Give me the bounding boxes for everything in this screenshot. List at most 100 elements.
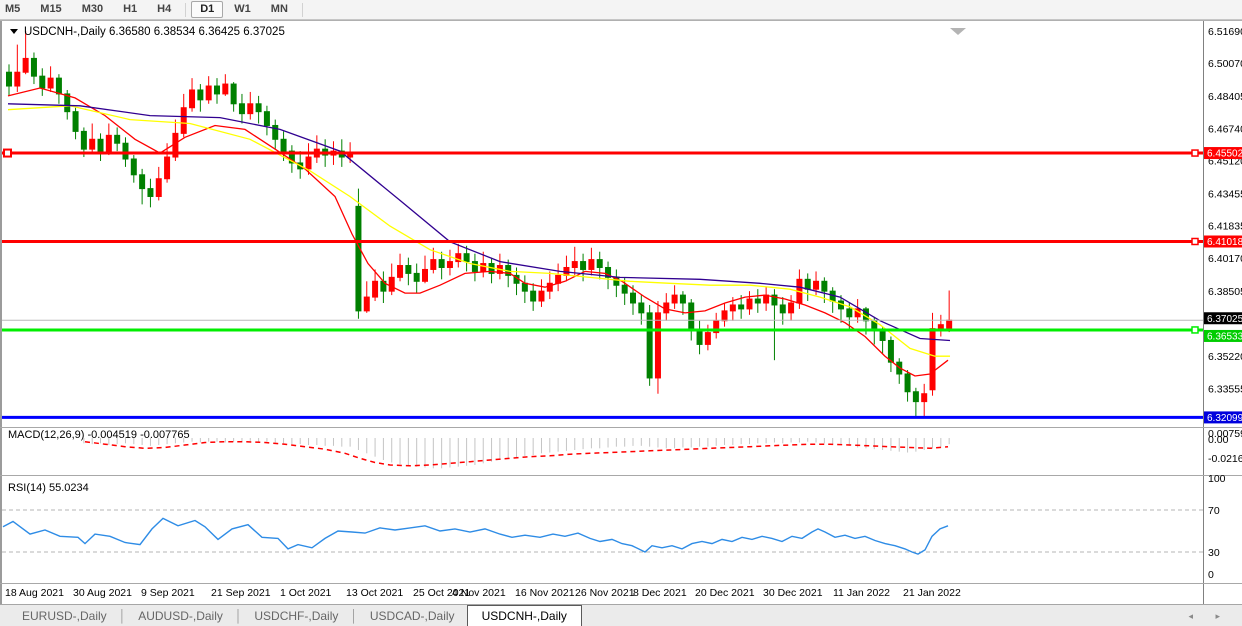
candlestick bbox=[439, 260, 444, 268]
date-axis-label: 16 Nov 2021 bbox=[515, 587, 575, 599]
candlestick bbox=[23, 58, 28, 72]
candlestick bbox=[206, 86, 211, 100]
candlestick bbox=[647, 313, 652, 378]
candlestick bbox=[231, 84, 236, 104]
rsi-indicator-label: RSI(14) 55.0234 bbox=[8, 482, 89, 494]
candlestick bbox=[90, 139, 95, 149]
candlestick bbox=[522, 283, 527, 291]
candlestick bbox=[556, 275, 561, 283]
candlestick bbox=[106, 135, 111, 151]
candlestick bbox=[805, 279, 810, 289]
candlestick bbox=[140, 175, 145, 189]
date-axis-label: 30 Dec 2021 bbox=[763, 587, 823, 599]
symbol-tab-usdcnh[interactable]: USDCNH-,Daily bbox=[467, 605, 582, 626]
price-badge-label: 6.36533 bbox=[1207, 331, 1242, 342]
candlestick bbox=[281, 139, 286, 151]
candlestick bbox=[730, 305, 735, 311]
tab-scroll-arrows[interactable]: ◂ ▸ bbox=[1188, 611, 1230, 626]
candlestick bbox=[481, 264, 486, 272]
date-axis-label: 21 Sep 2021 bbox=[211, 587, 271, 599]
symbol-tab-usdchf[interactable]: USDCHF-,Daily bbox=[242, 606, 350, 626]
candlestick bbox=[131, 159, 136, 175]
hline-axis-marker[interactable] bbox=[1192, 238, 1198, 244]
candlestick bbox=[672, 295, 677, 303]
candlestick bbox=[547, 283, 552, 291]
candlestick bbox=[539, 291, 544, 301]
window-left-edge bbox=[0, 20, 2, 604]
candlestick bbox=[248, 104, 253, 114]
price-badge-label: 6.32099 bbox=[1207, 413, 1242, 424]
candlestick bbox=[40, 76, 45, 88]
candlestick bbox=[414, 273, 419, 281]
hline-axis-marker[interactable] bbox=[1192, 150, 1198, 156]
candlestick bbox=[639, 303, 644, 313]
candlestick bbox=[814, 281, 819, 289]
candlestick bbox=[215, 86, 220, 94]
candlestick bbox=[190, 90, 195, 108]
date-axis-label: 8 Dec 2021 bbox=[633, 587, 687, 599]
candlestick bbox=[572, 262, 577, 268]
candlestick bbox=[165, 157, 170, 179]
rsi-axis-70: 70 bbox=[1208, 505, 1220, 517]
hline-axis-marker[interactable] bbox=[1192, 327, 1198, 333]
symbol-tab-audusd[interactable]: AUDUSD-,Daily bbox=[126, 606, 235, 626]
candlestick bbox=[722, 311, 727, 321]
candlestick bbox=[697, 331, 702, 345]
candlestick bbox=[123, 143, 128, 159]
tab-separator: │ bbox=[235, 606, 243, 626]
date-axis-label: 1 Oct 2021 bbox=[280, 587, 332, 599]
candlestick bbox=[847, 309, 852, 317]
trading-platform-window: M5M15M30H1H4D1W1MN 6.516906.500706.48405… bbox=[0, 0, 1242, 626]
candlestick bbox=[905, 374, 910, 392]
candlestick bbox=[680, 295, 685, 303]
candlestick bbox=[198, 90, 203, 100]
symbol-tab-bar: EURUSD-,Daily│AUDUSD-,Daily│USDCHF-,Dail… bbox=[0, 604, 1242, 626]
candlestick bbox=[389, 277, 394, 291]
candlestick bbox=[880, 331, 885, 341]
date-axis-label: 11 Jan 2022 bbox=[833, 587, 890, 599]
candlestick bbox=[447, 262, 452, 268]
candlestick bbox=[239, 104, 244, 114]
candlestick bbox=[306, 157, 311, 169]
candlestick bbox=[922, 394, 927, 402]
candlestick bbox=[930, 329, 935, 390]
price-axis-label: 6.35220 bbox=[1208, 351, 1242, 363]
candlestick bbox=[256, 104, 261, 112]
price-axis-label: 6.51690 bbox=[1208, 26, 1242, 38]
date-axis-label: 20 Dec 2021 bbox=[695, 587, 755, 599]
candlestick bbox=[755, 299, 760, 303]
price-axis-label: 6.40170 bbox=[1208, 253, 1242, 265]
candlestick bbox=[7, 72, 12, 86]
candlestick bbox=[780, 305, 785, 313]
candlestick bbox=[373, 281, 378, 297]
price-axis-label: 6.48405 bbox=[1208, 91, 1242, 103]
candlestick bbox=[156, 179, 161, 197]
symbol-tab-usdcad[interactable]: USDCAD-,Daily bbox=[358, 606, 467, 626]
date-axis-label: 21 Jan 2022 bbox=[903, 587, 961, 599]
candlestick bbox=[406, 266, 411, 274]
symbol-tab-eurusd[interactable]: EURUSD-,Daily bbox=[10, 606, 119, 626]
candlestick bbox=[747, 299, 752, 309]
price-axis-label: 6.43455 bbox=[1208, 188, 1242, 200]
price-axis-label: 6.50070 bbox=[1208, 58, 1242, 70]
candlestick bbox=[631, 293, 636, 303]
candlestick bbox=[423, 269, 428, 281]
price-axis-label: 6.38505 bbox=[1208, 286, 1242, 298]
candlestick bbox=[81, 131, 86, 149]
candlestick bbox=[31, 58, 36, 76]
candlestick bbox=[581, 262, 586, 270]
candlestick bbox=[115, 135, 120, 143]
candlestick bbox=[464, 254, 469, 262]
price-axis-label: 6.46740 bbox=[1208, 124, 1242, 136]
candlestick bbox=[938, 325, 943, 329]
rsi-axis-30: 30 bbox=[1208, 547, 1220, 559]
date-axis-label: 18 Aug 2021 bbox=[5, 587, 64, 599]
tab-separator: │ bbox=[350, 606, 358, 626]
candlestick bbox=[705, 333, 710, 345]
price-axis-label: 6.33555 bbox=[1208, 384, 1242, 396]
tab-separator: │ bbox=[119, 606, 127, 626]
candlestick bbox=[689, 303, 694, 331]
chart-area[interactable]: 6.516906.500706.484056.467406.451206.434… bbox=[0, 0, 1242, 626]
hline-drag-handle[interactable] bbox=[4, 150, 11, 157]
date-axis-label: 30 Aug 2021 bbox=[73, 587, 132, 599]
